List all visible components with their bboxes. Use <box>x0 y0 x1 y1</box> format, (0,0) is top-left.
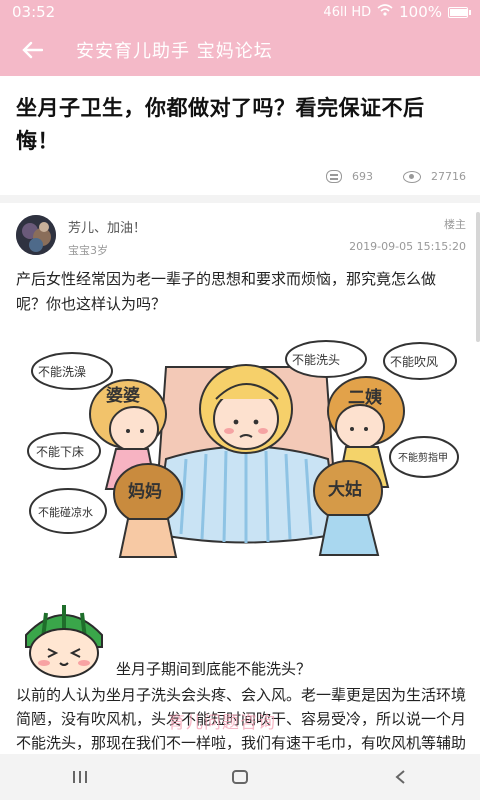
sticker-line: 坐月子期间到底能不能洗头？ <box>16 595 466 679</box>
recent-apps-icon <box>73 771 87 783</box>
eye-icon <box>403 170 421 183</box>
post-content[interactable]: 坐月子卫生，你都做对了吗？看完保证不后悔！ 693 27716 芳儿、加油！ 宝… <box>0 76 480 754</box>
back-button[interactable] <box>0 24 64 76</box>
bubble-no-get-up: 不能下床 <box>36 445 84 459</box>
view-count: 27716 <box>403 170 466 183</box>
label-dagu: 大姑 <box>328 479 362 499</box>
wifi-icon <box>377 4 393 20</box>
bubble-no-wind: 不能吹风 <box>390 355 438 369</box>
baby-age: 宝宝3岁 <box>68 244 108 257</box>
confinement-illustration: 婆婆 二姨 妈妈 大姑 不能洗澡 不能洗头 不能吹风 不能下床 不能剪指甲 不能… <box>16 329 464 561</box>
page-title: 安安育儿助手 宝妈论坛 <box>76 41 273 62</box>
battery-icon <box>448 6 471 18</box>
network-indicator: 46ll HD <box>323 4 372 20</box>
label-eryi: 二姨 <box>348 387 383 407</box>
back-arrow-icon <box>22 41 43 59</box>
label-popo: 婆婆 <box>106 386 140 405</box>
comment-count[interactable]: 693 <box>326 170 373 183</box>
home-icon <box>232 770 248 784</box>
comment-icon <box>326 170 342 183</box>
sticker-caption: 坐月子期间到底能不能洗头？ <box>116 660 312 678</box>
back-chevron-icon <box>395 770 405 784</box>
reply-timestamp: 2019-09-05 15:15:20 <box>349 240 466 253</box>
nav-back-button[interactable] <box>370 754 430 800</box>
reply-item: 芳儿、加油！ 宝宝3岁 楼主 2019-09-05 15:15:20 产后女性经… <box>0 203 480 754</box>
post-header: 坐月子卫生，你都做对了吗？看完保证不后悔！ <box>0 76 480 158</box>
status-icons: 46ll HD 100% <box>323 3 471 21</box>
comment-count-value: 693 <box>352 170 373 183</box>
reply-meta: 楼主 2019-09-05 15:15:20 <box>349 211 466 253</box>
author-name[interactable]: 芳儿、加油！ <box>68 217 146 236</box>
author-info: 芳儿、加油！ 宝宝3岁 <box>68 211 146 258</box>
view-count-value: 27716 <box>431 170 466 183</box>
section-divider <box>0 195 480 203</box>
scrollbar-thumb[interactable] <box>476 212 480 342</box>
bubble-no-cold-water: 不能碰凉水 <box>38 505 93 519</box>
bubble-no-nail-cut: 不能剪指甲 <box>398 451 448 464</box>
avatar[interactable] <box>16 215 56 255</box>
system-nav-bar <box>0 754 480 800</box>
battery-fill <box>450 8 468 16</box>
home-button[interactable] <box>210 754 270 800</box>
post-meta: 693 27716 <box>0 158 480 195</box>
app-header: 安安育儿助手 宝妈论坛 <box>0 24 480 76</box>
watermark-text: 育儿问题咨询 <box>168 713 276 733</box>
bubble-no-hair-wash: 不能洗头 <box>292 353 340 367</box>
battery-percent: 100% <box>399 3 442 21</box>
post-title: 坐月子卫生，你都做对了吗？看完保证不后悔！ <box>16 96 425 153</box>
status-bar: 03:52 46ll HD 100% <box>0 0 480 24</box>
recent-apps-button[interactable] <box>50 754 110 800</box>
op-badge: 楼主 <box>444 218 466 231</box>
author-row: 芳儿、加油！ 宝宝3岁 楼主 2019-09-05 15:15:20 <box>16 211 466 258</box>
bubble-no-bath: 不能洗澡 <box>38 365 86 379</box>
watermelon-sticker <box>25 605 103 678</box>
label-mama: 妈妈 <box>128 481 162 501</box>
reply-paragraph-1: 产后女性经常因为老一辈子的思想和要求而烦恼，那究竟怎么做呢？你也这样认为吗？ <box>16 270 437 313</box>
status-time: 03:52 <box>12 3 56 21</box>
